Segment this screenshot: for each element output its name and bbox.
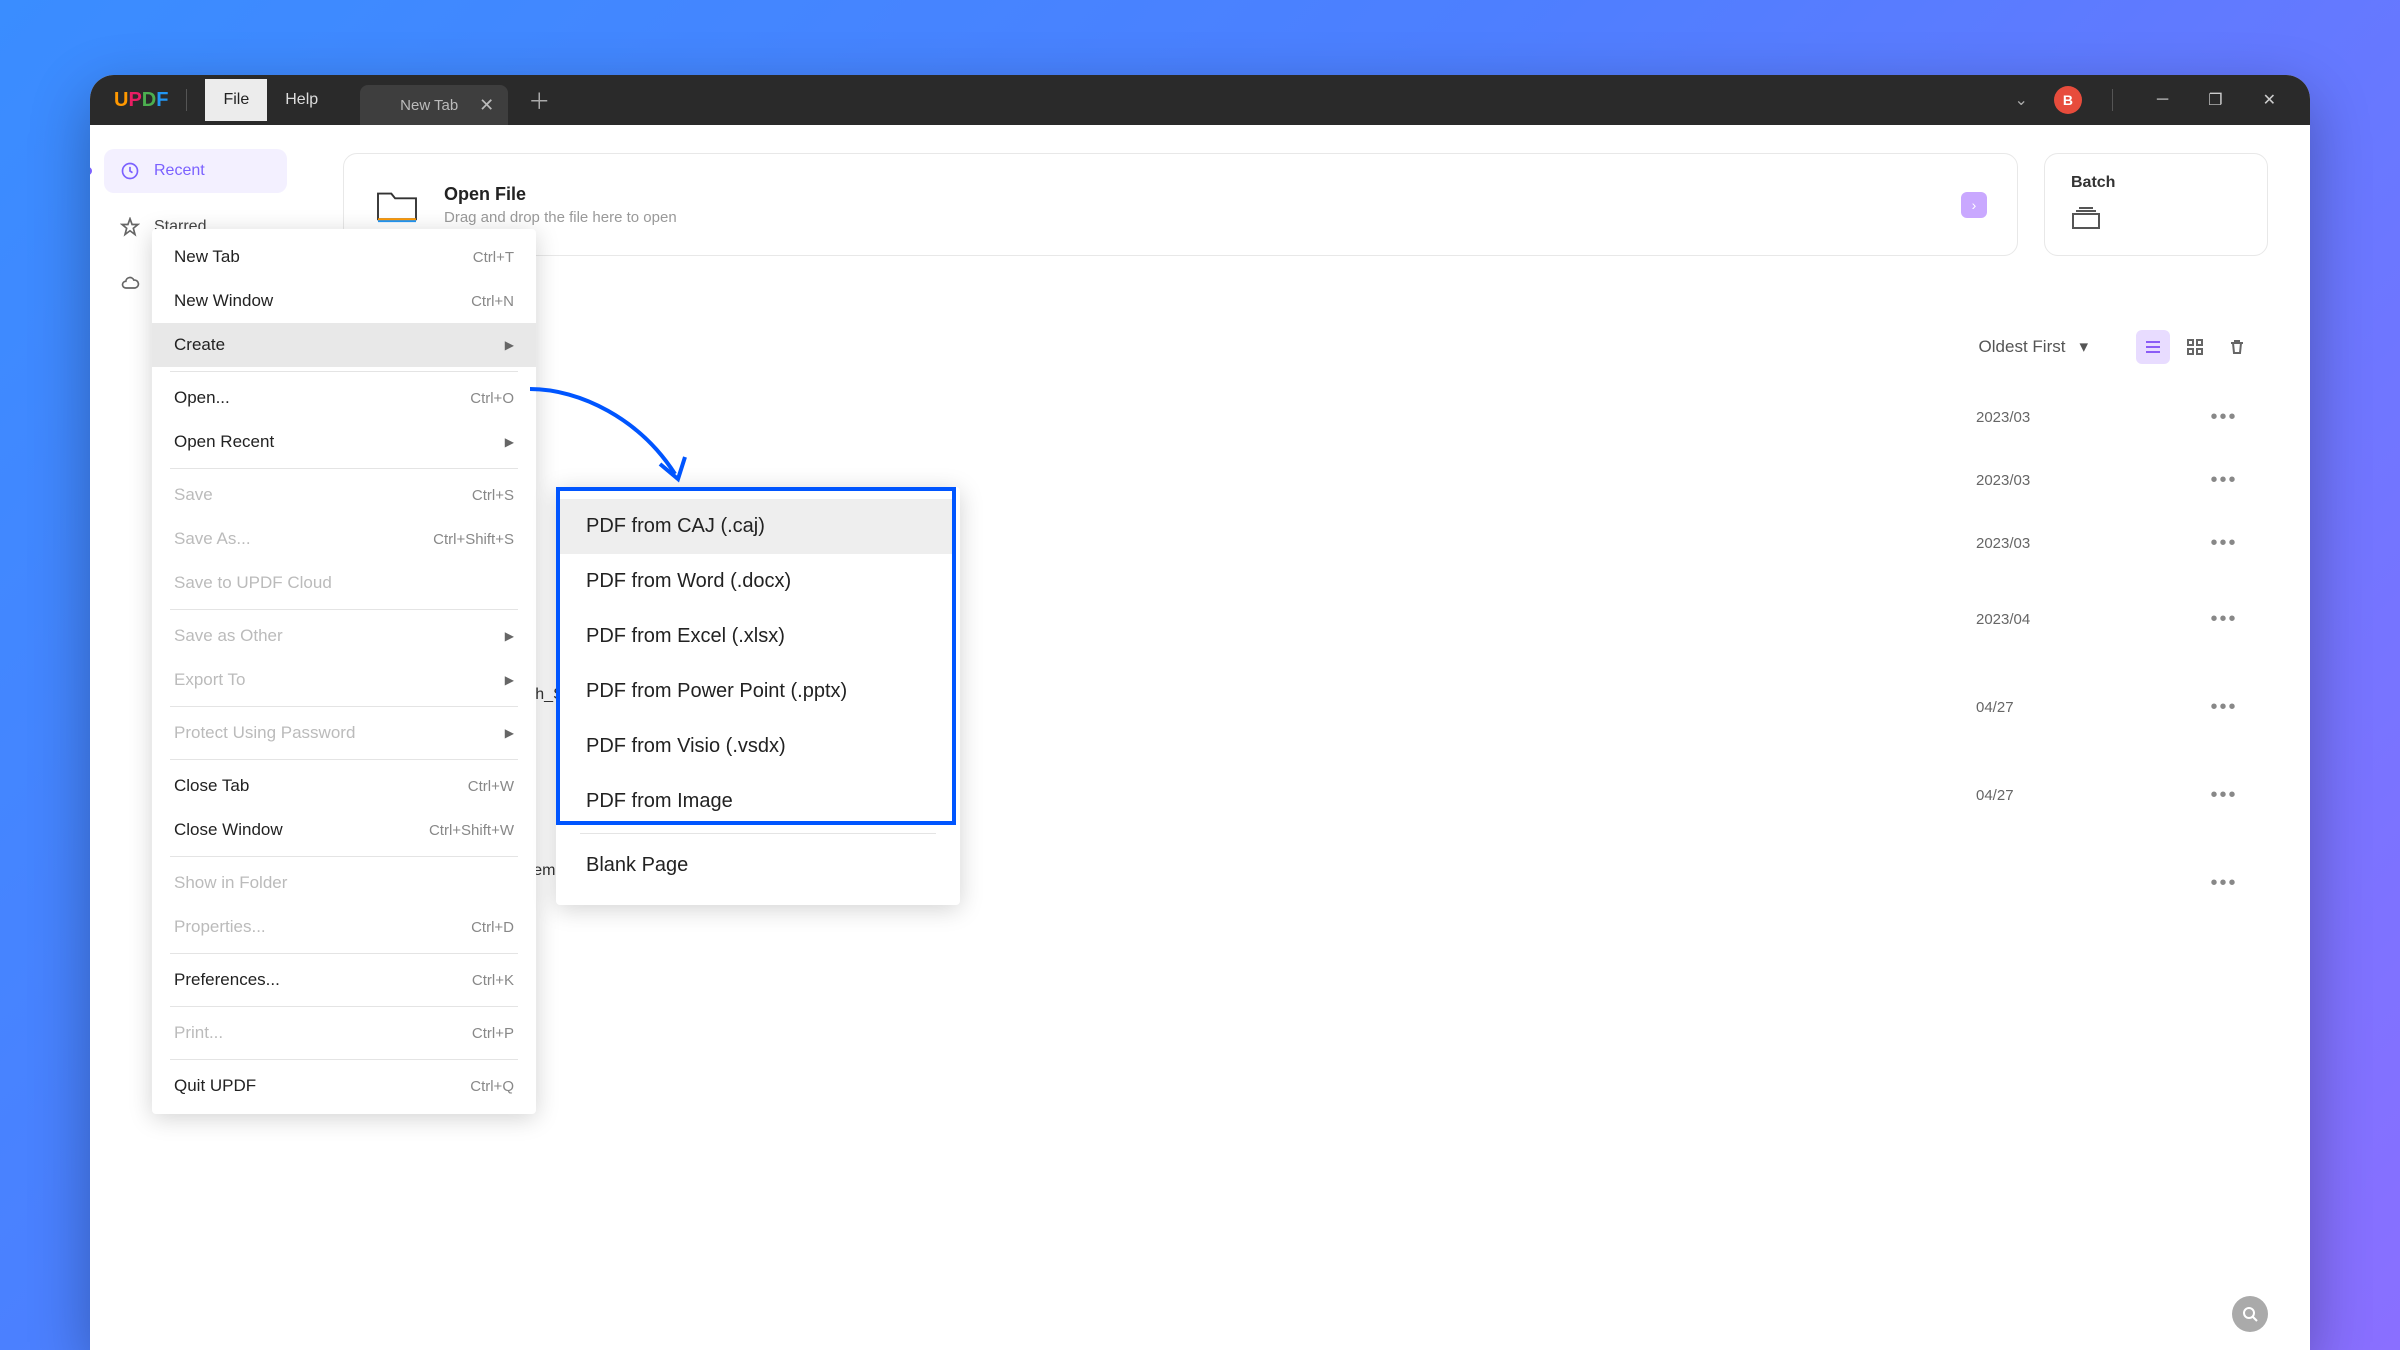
menu-item: Show in Folder (152, 861, 536, 905)
menu-item[interactable]: New TabCtrl+T (152, 235, 536, 279)
menu-item[interactable]: New WindowCtrl+N (152, 279, 536, 323)
more-icon[interactable]: ••• (2194, 872, 2254, 895)
maximize-button[interactable]: ❐ (2194, 84, 2236, 116)
submenu-item[interactable]: PDF from Word (.docx) (560, 554, 956, 609)
file-row[interactable]: 2023/03 ••• (343, 386, 2254, 449)
chevron-down-icon[interactable]: ⌄ (2001, 84, 2042, 116)
more-icon[interactable]: ••• (2194, 532, 2254, 555)
more-icon[interactable]: ••• (2194, 608, 2254, 631)
submenu-item[interactable]: Blank Page (560, 838, 956, 893)
add-tab-button[interactable]: ＋ (528, 84, 550, 116)
create-submenu: PDF from CAJ (.caj)PDF from Word (.docx)… (556, 487, 960, 905)
menu-item: SaveCtrl+S (152, 473, 536, 517)
cloud-icon (120, 273, 140, 293)
menu-item[interactable]: Open Recent▶ (152, 420, 536, 464)
search-button[interactable] (2232, 1296, 2268, 1332)
batch-card[interactable]: Batch (2044, 153, 2268, 256)
file-date: 04/27 (1976, 787, 2176, 804)
minimize-button[interactable]: ─ (2143, 85, 2182, 115)
sidebar-item-recent[interactable]: Recent (104, 149, 287, 193)
file-date: 2023/03 (1976, 472, 2176, 489)
file-date: 04/27 (1976, 699, 2176, 716)
submenu-item[interactable]: PDF from Excel (.xlsx) (560, 609, 956, 664)
divider (186, 89, 187, 111)
menu-item: Save to UPDF Cloud (152, 561, 536, 605)
more-icon[interactable]: ••• (2194, 784, 2254, 807)
menu-item[interactable]: Create▶ (152, 323, 536, 367)
star-icon (120, 217, 140, 237)
menu-item: Export To▶ (152, 658, 536, 702)
sidebar-label: Recent (154, 162, 205, 180)
menu-file[interactable]: File (205, 79, 267, 121)
file-date: 2023/04 (1976, 611, 2176, 628)
file-date: 2023/03 (1976, 409, 2176, 426)
menu-item[interactable]: Preferences...Ctrl+K (152, 958, 536, 1002)
avatar[interactable]: B (2054, 86, 2082, 114)
menu-help[interactable]: Help (267, 79, 336, 121)
sort-label: Oldest First (1979, 337, 2066, 357)
close-icon[interactable]: ✕ (479, 95, 494, 116)
submenu-item[interactable]: PDF from Power Point (.pptx) (560, 664, 956, 719)
trash-button[interactable] (2220, 330, 2254, 364)
chevron-down-icon: ▾ (2079, 337, 2088, 357)
menu-item: Save As...Ctrl+Shift+S (152, 517, 536, 561)
close-button[interactable]: ✕ (2249, 84, 2290, 116)
menu-item: Save as Other▶ (152, 614, 536, 658)
menu-item[interactable]: Close WindowCtrl+Shift+W (152, 808, 536, 852)
divider (2112, 89, 2113, 111)
grid-view-button[interactable] (2178, 330, 2212, 364)
folder-icon (374, 186, 420, 224)
more-icon[interactable]: ••• (2194, 406, 2254, 429)
more-icon[interactable]: ••• (2194, 696, 2254, 719)
file-menu: New TabCtrl+TNew WindowCtrl+NCreate▶ Open… (152, 229, 536, 1114)
menu-item: Protect Using Password▶ (152, 711, 536, 755)
submenu-item[interactable]: PDF from Image (560, 774, 956, 829)
submenu-item[interactable]: PDF from Visio (.vsdx) (560, 719, 956, 774)
tab-label: New Tab (400, 97, 458, 114)
batch-icon (2071, 206, 2101, 230)
batch-title: Batch (2071, 174, 2241, 192)
open-file-card[interactable]: Open File Drag and drop the file here to… (343, 153, 2018, 256)
open-file-title: Open File (444, 184, 677, 205)
app-window: UPDF File Help New Tab ✕ ＋ ⌄ B ─ ❐ ✕ Rec… (90, 75, 2310, 1350)
clock-icon (120, 161, 140, 181)
open-file-sub: Drag and drop the file here to open (444, 209, 677, 226)
menu-item[interactable]: Open...Ctrl+O (152, 376, 536, 420)
list-view-button[interactable] (2136, 330, 2170, 364)
more-icon[interactable]: ••• (2194, 469, 2254, 492)
body: Recent Starred UPDF Clou Open File Drag … (90, 125, 2310, 1350)
sort-dropdown[interactable]: Oldest First ▾ (1979, 337, 2128, 357)
file-date: 2023/03 (1976, 535, 2176, 552)
menu-item[interactable]: Quit UPDFCtrl+Q (152, 1064, 536, 1108)
app-logo: UPDF (114, 89, 168, 112)
menu-item: Properties...Ctrl+D (152, 905, 536, 949)
tab-new[interactable]: New Tab ✕ (360, 85, 508, 125)
active-indicator (90, 167, 92, 175)
arrow-right-icon: › (1961, 192, 1987, 218)
menu-item[interactable]: Close TabCtrl+W (152, 764, 536, 808)
submenu-item[interactable]: PDF from CAJ (.caj) (560, 499, 956, 554)
titlebar: UPDF File Help New Tab ✕ ＋ ⌄ B ─ ❐ ✕ (90, 75, 2310, 125)
menu-item: Print...Ctrl+P (152, 1011, 536, 1055)
